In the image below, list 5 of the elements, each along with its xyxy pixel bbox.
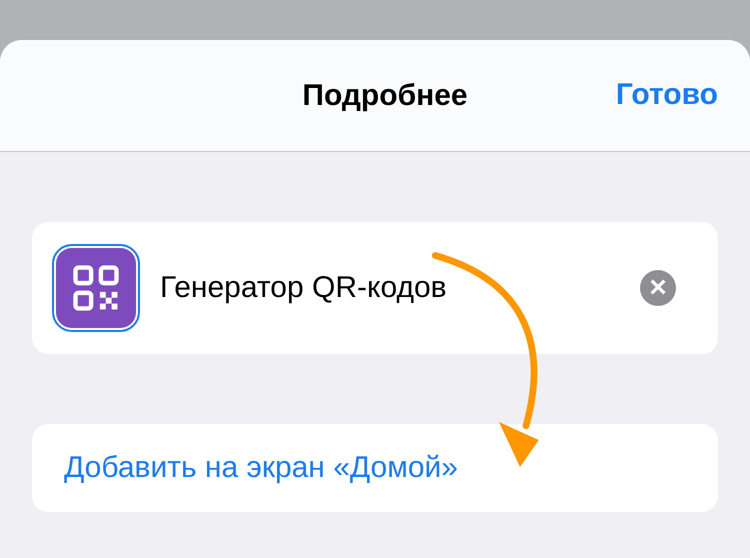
clear-button[interactable]: × — [640, 270, 676, 306]
sheet-title: Подробнее — [302, 78, 468, 112]
app-icon[interactable] — [52, 244, 140, 332]
app-name: Генератор QR-кодов — [160, 271, 448, 305]
done-button[interactable]: Готово — [616, 78, 718, 112]
